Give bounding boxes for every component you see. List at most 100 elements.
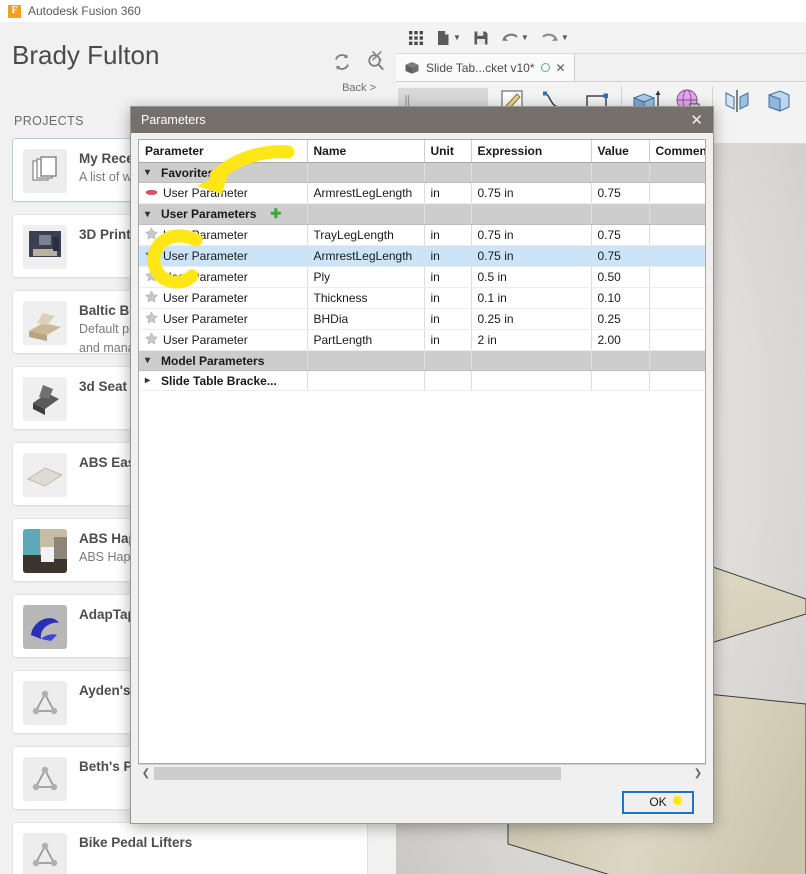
ok-button[interactable]: OK bbox=[622, 790, 694, 814]
redo-icon[interactable]: ▼ bbox=[537, 28, 573, 48]
parameter-expression-cell[interactable]: 0.75 in bbox=[471, 224, 592, 246]
app-titlebar: F Autodesk Fusion 360 bbox=[0, 0, 806, 22]
parameter-type-cell[interactable]: User Parameter bbox=[139, 245, 308, 267]
back-link[interactable]: Back > bbox=[342, 82, 376, 94]
parameter-unit-cell[interactable]: in bbox=[424, 329, 472, 351]
parameter-expression-cell[interactable]: 0.75 in bbox=[471, 245, 592, 267]
group-label-cell[interactable]: ▾ Favorites bbox=[139, 162, 308, 183]
parameter-type-cell[interactable]: User Parameter bbox=[139, 287, 308, 309]
parameter-name-cell[interactable]: Thickness bbox=[307, 287, 425, 309]
chevron-down-icon[interactable]: ▾ bbox=[145, 209, 156, 220]
parameter-name-cell[interactable]: TrayLegLength bbox=[307, 224, 425, 246]
chevron-down-icon[interactable]: ▾ bbox=[145, 167, 156, 178]
parameter-unit-cell[interactable]: in bbox=[424, 245, 472, 267]
parameters-dialog[interactable]: Parameters ✕ Parameter Name Unit Expression… bbox=[130, 106, 714, 824]
parameter-expression-cell[interactable]: 0.25 in bbox=[471, 308, 592, 330]
column-header-4[interactable]: Value bbox=[591, 140, 650, 163]
parameter-unit-cell[interactable]: in bbox=[424, 287, 472, 309]
mirror-button[interactable] bbox=[716, 86, 758, 114]
close-icon[interactable]: ✕ bbox=[370, 48, 384, 65]
parameter-unit-cell[interactable]: in bbox=[424, 266, 472, 288]
parameter-name-cell[interactable]: PartLength bbox=[307, 329, 425, 351]
parameter-name-cell[interactable]: ArmrestLegLength bbox=[307, 245, 425, 267]
parameter-row[interactable]: User Parameter Ply in 0.5 in 0.50 bbox=[139, 266, 705, 288]
column-header-1[interactable]: Name bbox=[307, 140, 425, 163]
parameter-name-cell[interactable]: BHDia bbox=[307, 308, 425, 330]
parameter-type-cell[interactable]: User Parameter bbox=[139, 224, 308, 246]
favorite-star-icon[interactable] bbox=[145, 290, 158, 306]
parameter-value-cell[interactable]: 0.10 bbox=[591, 287, 650, 309]
parameter-comment-cell[interactable] bbox=[649, 224, 705, 246]
add-parameter-icon[interactable]: ✚ bbox=[270, 206, 281, 222]
parameter-name-cell[interactable]: Ply bbox=[307, 266, 425, 288]
parameter-comment-cell[interactable] bbox=[649, 266, 705, 288]
parameter-value-cell[interactable]: 0.75 bbox=[591, 182, 650, 204]
column-header-2[interactable]: Unit bbox=[424, 140, 472, 163]
save-icon[interactable] bbox=[469, 27, 493, 49]
file-menu-button[interactable]: ▼ bbox=[432, 27, 465, 49]
parameter-comment-cell[interactable] bbox=[649, 287, 705, 309]
favorite-star-icon[interactable] bbox=[145, 185, 158, 201]
parameter-row[interactable]: User Parameter BHDia in 0.25 in 0.25 bbox=[139, 308, 705, 330]
group-row[interactable]: ▾ Model Parameters bbox=[139, 350, 705, 371]
close-icon[interactable]: ✕ bbox=[688, 113, 705, 128]
parameter-row[interactable]: User Parameter Thickness in 0.1 in 0.10 bbox=[139, 287, 705, 309]
parameter-expression-cell[interactable]: 0.75 in bbox=[471, 182, 592, 204]
parameter-type-cell[interactable]: User Parameter bbox=[139, 182, 308, 204]
cursor-highlight bbox=[673, 796, 682, 805]
shell-button[interactable] bbox=[758, 86, 800, 114]
favorite-star-icon[interactable] bbox=[145, 332, 158, 348]
chevron-down-icon[interactable]: ▾ bbox=[145, 355, 156, 366]
scrollbar-thumb[interactable] bbox=[154, 766, 562, 780]
undo-icon[interactable]: ▼ bbox=[497, 28, 533, 48]
parameter-value-cell[interactable]: 0.25 bbox=[591, 308, 650, 330]
parameter-comment-cell[interactable] bbox=[649, 182, 705, 204]
column-header-0[interactable]: Parameter bbox=[139, 140, 308, 163]
parameter-row[interactable]: User Parameter ArmrestLegLength in 0.75 in 0… bbox=[139, 245, 705, 267]
favorite-star-icon[interactable] bbox=[145, 269, 158, 285]
close-icon[interactable]: ✕ bbox=[556, 61, 566, 75]
parameter-row[interactable]: User Parameter PartLength in 2 in 2.00 bbox=[139, 329, 705, 351]
parameter-comment-cell[interactable] bbox=[649, 245, 705, 267]
project-card-9[interactable]: Bike Pedal Lifters bbox=[12, 822, 368, 874]
parameter-row[interactable]: User Parameter TrayLegLength in 0.75 in 0.75 bbox=[139, 224, 705, 246]
component-label-cell[interactable]: ▸ Slide Table Bracke... bbox=[139, 370, 308, 391]
refresh-icon[interactable] bbox=[332, 52, 352, 72]
scrollbar-track[interactable] bbox=[154, 766, 690, 780]
group-row[interactable]: ▾ Favorites bbox=[139, 162, 705, 183]
chevron-left-icon[interactable]: ❮ bbox=[138, 768, 154, 779]
favorite-star-icon[interactable] bbox=[145, 227, 158, 243]
parameter-name-cell[interactable]: ArmrestLegLength bbox=[307, 182, 425, 204]
parameter-comment-cell[interactable] bbox=[649, 329, 705, 351]
favorite-star-icon[interactable] bbox=[145, 248, 158, 264]
parameter-value-cell[interactable]: 2.00 bbox=[591, 329, 650, 351]
table-header-row: Parameter Name Unit Expression Value Commen bbox=[139, 140, 705, 163]
column-header-5[interactable]: Commen bbox=[649, 140, 705, 163]
chevron-right-icon[interactable]: ▸ bbox=[145, 375, 156, 386]
parameter-type-cell[interactable]: User Parameter bbox=[139, 266, 308, 288]
dialog-titlebar[interactable]: Parameters ✕ bbox=[131, 107, 713, 133]
favorite-star-icon[interactable] bbox=[145, 311, 158, 327]
chevron-right-icon[interactable]: ❯ bbox=[690, 768, 706, 779]
parameter-unit-cell[interactable]: in bbox=[424, 182, 472, 204]
parameter-value-cell[interactable]: 0.75 bbox=[591, 245, 650, 267]
column-header-3[interactable]: Expression bbox=[471, 140, 592, 163]
group-row[interactable]: ▾ User Parameters ✚ bbox=[139, 203, 705, 225]
parameter-expression-cell[interactable]: 0.5 in bbox=[471, 266, 592, 288]
parameter-type-cell[interactable]: User Parameter bbox=[139, 308, 308, 330]
parameter-row[interactable]: User Parameter ArmrestLegLength in 0.75 in 0… bbox=[139, 182, 705, 204]
parameter-value-cell[interactable]: 0.50 bbox=[591, 266, 650, 288]
parameter-unit-cell[interactable]: in bbox=[424, 224, 472, 246]
parameter-value-cell[interactable]: 0.75 bbox=[591, 224, 650, 246]
parameter-expression-cell[interactable]: 0.1 in bbox=[471, 287, 592, 309]
show-data-panel-icon[interactable] bbox=[404, 27, 428, 49]
group-label-cell[interactable]: ▾ Model Parameters bbox=[139, 350, 308, 371]
parameter-comment-cell[interactable] bbox=[649, 308, 705, 330]
group-label-cell[interactable]: ▾ User Parameters ✚ bbox=[139, 203, 308, 225]
parameter-type-cell[interactable]: User Parameter bbox=[139, 329, 308, 351]
document-tab[interactable]: Slide Tab...cket v10* ✕ bbox=[396, 54, 575, 81]
horizontal-scrollbar[interactable]: ❮ ❯ bbox=[138, 764, 706, 781]
component-row[interactable]: ▸ Slide Table Bracke... bbox=[139, 370, 705, 391]
parameter-unit-cell[interactable]: in bbox=[424, 308, 472, 330]
parameter-expression-cell[interactable]: 2 in bbox=[471, 329, 592, 351]
